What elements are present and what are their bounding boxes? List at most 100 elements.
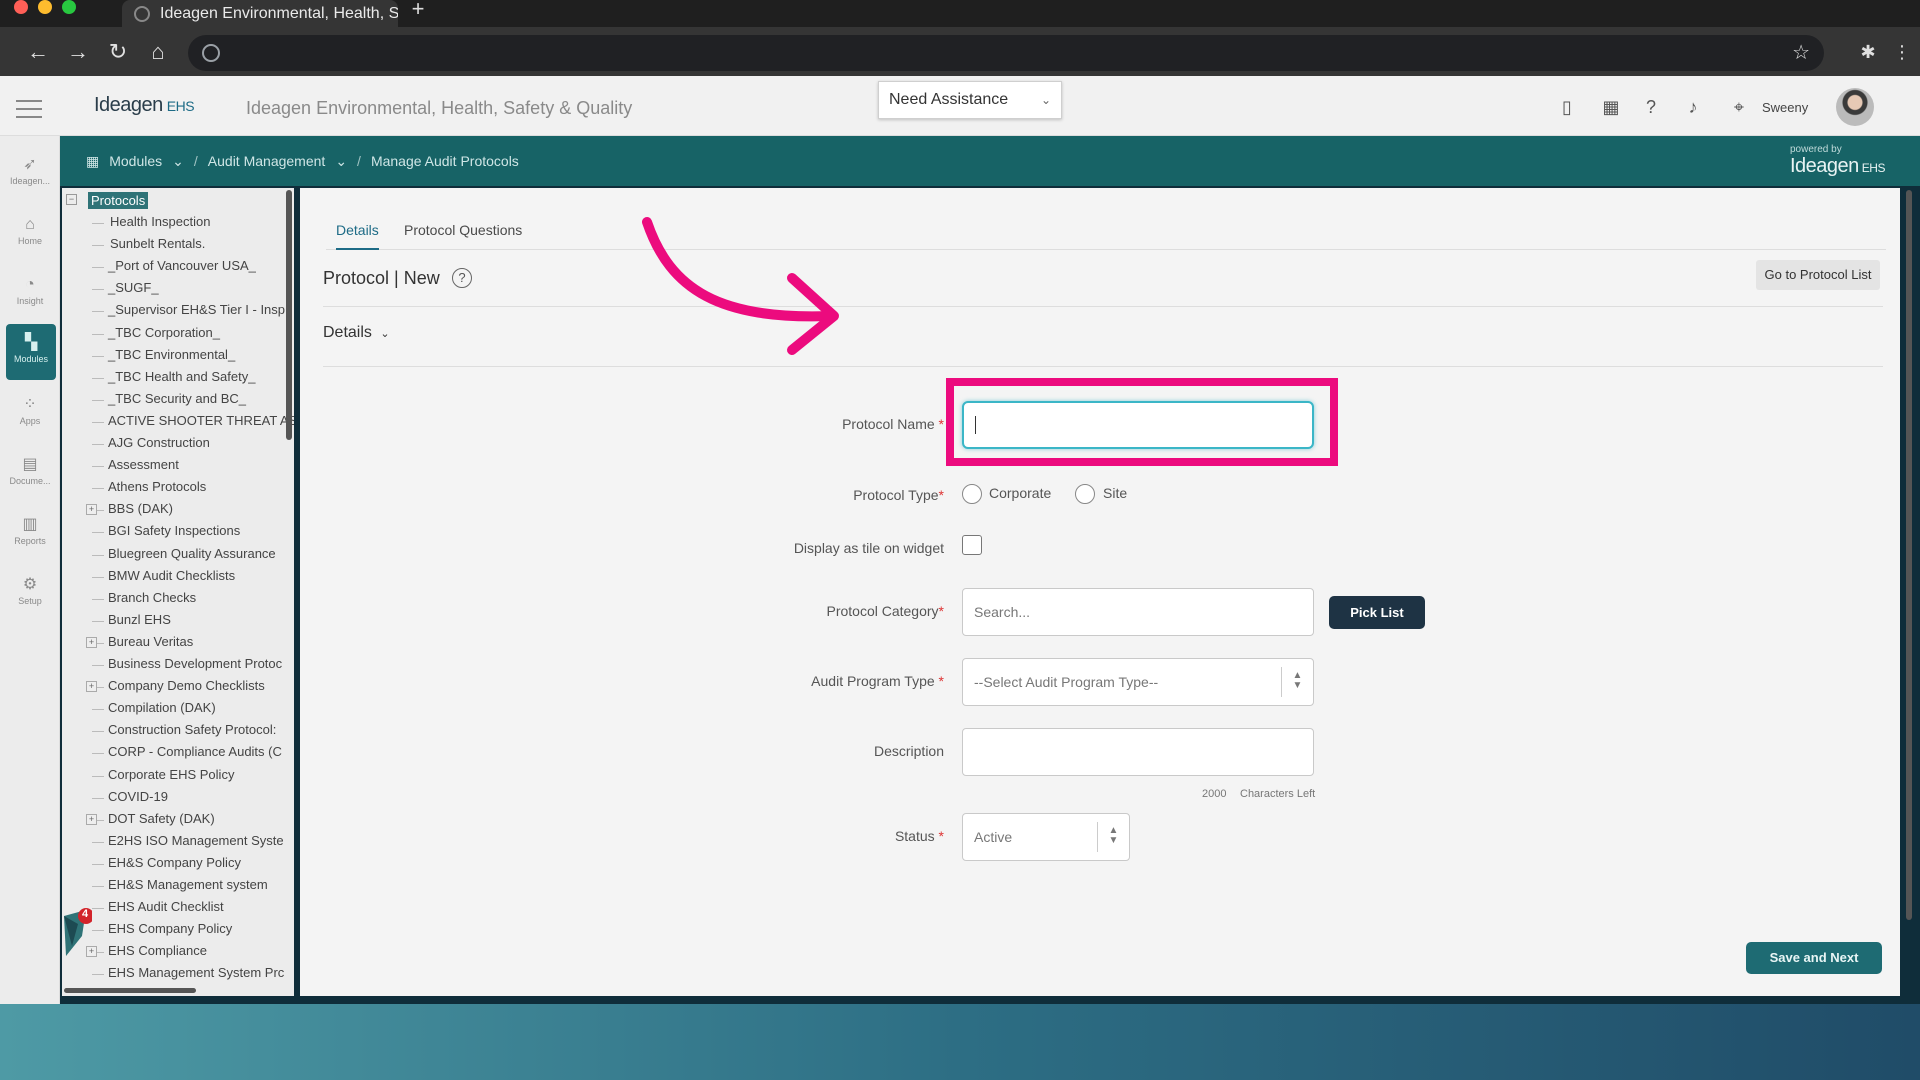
save-and-next-button[interactable]: Save and Next bbox=[1746, 942, 1882, 974]
audit-program-type-select[interactable]: --Select Audit Program Type-- ▲ ▼ bbox=[962, 658, 1314, 706]
radio-site[interactable] bbox=[1075, 484, 1095, 504]
notification-widget[interactable]: 4 bbox=[60, 906, 94, 962]
tree-item[interactable]: Health Inspection bbox=[110, 214, 210, 229]
back-icon[interactable]: ← bbox=[24, 38, 52, 66]
rail-item-modules[interactable]: ▚ Modules bbox=[6, 324, 56, 380]
rail-item-ideagen[interactable]: ➶ Ideagen... bbox=[0, 146, 60, 202]
tree-item[interactable]: _Port of Vancouver USA_ bbox=[108, 258, 256, 273]
tree-item[interactable]: AJG Construction bbox=[108, 435, 210, 450]
rail-item-insight[interactable]: ◔ Insight bbox=[0, 266, 60, 322]
chevron-down-icon: ⌄ bbox=[1040, 93, 1051, 107]
apps-icon: ⁘ bbox=[23, 396, 37, 413]
tree-item[interactable]: EHS Audit Checklist bbox=[108, 899, 224, 914]
tree-item[interactable]: Bluegreen Quality Assurance bbox=[108, 546, 276, 561]
tree-item[interactable]: Company Demo Checklists bbox=[108, 678, 265, 693]
pick-list-button[interactable]: Pick List bbox=[1329, 596, 1425, 629]
tree-item[interactable]: BBS (DAK) bbox=[108, 501, 173, 516]
tree-item[interactable]: Corporate EHS Policy bbox=[108, 767, 234, 782]
help-circle-icon[interactable]: ? bbox=[1640, 96, 1662, 118]
tree-connector bbox=[92, 399, 104, 401]
tree-root-protocols[interactable]: Protocols bbox=[88, 192, 149, 209]
address-bar[interactable]: ☆ bbox=[188, 35, 1824, 71]
status-select[interactable]: Active ▲ ▼ bbox=[962, 813, 1130, 861]
tree-horizontal-scrollbar[interactable] bbox=[64, 988, 196, 993]
tree-item[interactable]: _Supervisor EH&S Tier I - Insp bbox=[108, 302, 285, 317]
rail-item-reports[interactable]: ▥ Reports bbox=[0, 506, 60, 562]
tree-item[interactable]: Construction Safety Protocol: bbox=[108, 722, 276, 737]
bookmark-star-icon[interactable]: ☆ bbox=[1792, 40, 1810, 65]
tree-item[interactable]: _TBC Health and Safety_ bbox=[108, 369, 255, 384]
tree-item[interactable]: Branch Checks bbox=[108, 590, 196, 605]
chevron-down-icon[interactable]: ⌄ bbox=[172, 153, 184, 170]
extensions-icon[interactable]: ✱ bbox=[1854, 38, 1882, 66]
breadcrumb-audit-management[interactable]: Audit Management bbox=[208, 153, 326, 169]
tree-item[interactable]: _TBC Environmental_ bbox=[108, 347, 235, 362]
minimize-window-icon[interactable] bbox=[38, 0, 52, 14]
radio-site-label[interactable]: Site bbox=[1103, 485, 1127, 501]
details-section-toggle[interactable]: Details ⌄ bbox=[323, 324, 390, 342]
new-tab-button[interactable]: + bbox=[406, 0, 430, 20]
tree-expand-icon[interactable]: + bbox=[86, 636, 97, 648]
go-to-protocol-list-button[interactable]: Go to Protocol List bbox=[1756, 260, 1880, 290]
tree-scrollbar[interactable] bbox=[286, 190, 292, 440]
tree-connector bbox=[92, 333, 104, 335]
location-pin-icon[interactable]: ⌖ bbox=[1728, 96, 1750, 118]
rail-item-home[interactable]: ⌂ Home bbox=[0, 206, 60, 262]
hamburger-menu-icon[interactable] bbox=[16, 100, 42, 118]
tree-item[interactable]: _TBC Security and BC_ bbox=[108, 391, 246, 406]
chevron-down-icon[interactable]: ⌄ bbox=[335, 153, 347, 170]
tree-item[interactable]: EH&S Company Policy bbox=[108, 855, 241, 870]
tree-item[interactable]: BMW Audit Checklists bbox=[108, 568, 235, 583]
tree-item[interactable]: BGI Safety Inspections bbox=[108, 523, 240, 538]
tree-item[interactable]: Business Development Protoc bbox=[108, 656, 282, 671]
need-assistance-dropdown[interactable]: Need Assistance ⌄ bbox=[878, 81, 1062, 119]
main-scrollbar[interactable] bbox=[1906, 190, 1912, 920]
calendar-icon[interactable]: ▦ bbox=[1600, 96, 1622, 118]
tree-expand-icon[interactable]: + bbox=[86, 504, 97, 516]
tree-item[interactable]: CORP - Compliance Audits (C bbox=[108, 744, 282, 759]
ideagen-logo[interactable]: Ideagen EHS bbox=[94, 94, 195, 117]
tab-protocol-questions[interactable]: Protocol Questions bbox=[404, 222, 522, 248]
radio-corporate-label[interactable]: Corporate bbox=[989, 485, 1051, 501]
rail-item-setup[interactable]: ⚙ Setup bbox=[0, 566, 60, 622]
reload-icon[interactable]: ↻ bbox=[104, 38, 132, 66]
home-icon[interactable]: ⌂ bbox=[144, 38, 172, 66]
tree-item[interactable]: Assessment bbox=[108, 457, 179, 472]
bell-icon[interactable]: ♪ bbox=[1682, 96, 1704, 118]
avatar[interactable] bbox=[1836, 88, 1874, 126]
tree-item[interactable]: DOT Safety (DAK) bbox=[108, 811, 215, 826]
close-window-icon[interactable] bbox=[14, 0, 28, 14]
tree-item[interactable]: Athens Protocols bbox=[108, 479, 206, 494]
help-icon[interactable]: ? bbox=[452, 268, 472, 288]
forward-icon[interactable]: → bbox=[64, 38, 92, 66]
tile-widget-checkbox[interactable] bbox=[962, 535, 982, 555]
tree-item[interactable]: Compilation (DAK) bbox=[108, 700, 216, 715]
tree-item[interactable]: Sunbelt Rentals. bbox=[110, 236, 205, 251]
tree-item[interactable]: EHS Compliance bbox=[108, 943, 207, 958]
user-name[interactable]: Sweeny bbox=[1762, 100, 1808, 115]
radio-corporate[interactable] bbox=[962, 484, 982, 504]
tree-item[interactable]: EHS Management System Prc bbox=[108, 965, 284, 980]
tree-item[interactable]: COVID-19 bbox=[108, 789, 168, 804]
rail-item-apps[interactable]: ⁘ Apps bbox=[0, 386, 60, 442]
tree-item[interactable]: E2HS ISO Management Syste bbox=[108, 833, 284, 848]
mobile-icon[interactable]: ▯ bbox=[1556, 96, 1578, 118]
browser-menu-icon[interactable]: ⋮ bbox=[1888, 38, 1916, 66]
breadcrumb-modules[interactable]: Modules bbox=[109, 153, 162, 169]
tree-collapse-icon[interactable]: − bbox=[66, 194, 77, 205]
tree-item[interactable]: EHS Company Policy bbox=[108, 921, 232, 936]
rail-item-documents[interactable]: ▤ Docume... bbox=[0, 446, 60, 502]
tree-expand-icon[interactable]: + bbox=[86, 813, 97, 825]
tree-item[interactable]: Bureau Veritas bbox=[108, 634, 193, 649]
tree-expand-icon[interactable]: + bbox=[86, 681, 97, 693]
tree-item[interactable]: ACTIVE SHOOTER THREAT AS bbox=[108, 413, 294, 428]
tab-details[interactable]: Details bbox=[336, 222, 379, 250]
maximize-window-icon[interactable] bbox=[62, 0, 76, 14]
browser-tab[interactable]: Ideagen Environmental, Health, S: bbox=[122, 0, 398, 27]
tree-item[interactable]: Bunzl EHS bbox=[108, 612, 171, 627]
tree-item[interactable]: _TBC Corporation_ bbox=[108, 325, 220, 340]
tree-item[interactable]: EH&S Management system bbox=[108, 877, 268, 892]
tree-item[interactable]: _SUGF_ bbox=[108, 280, 159, 295]
protocol-category-search[interactable]: Search... bbox=[962, 588, 1314, 636]
description-input[interactable] bbox=[962, 728, 1314, 776]
